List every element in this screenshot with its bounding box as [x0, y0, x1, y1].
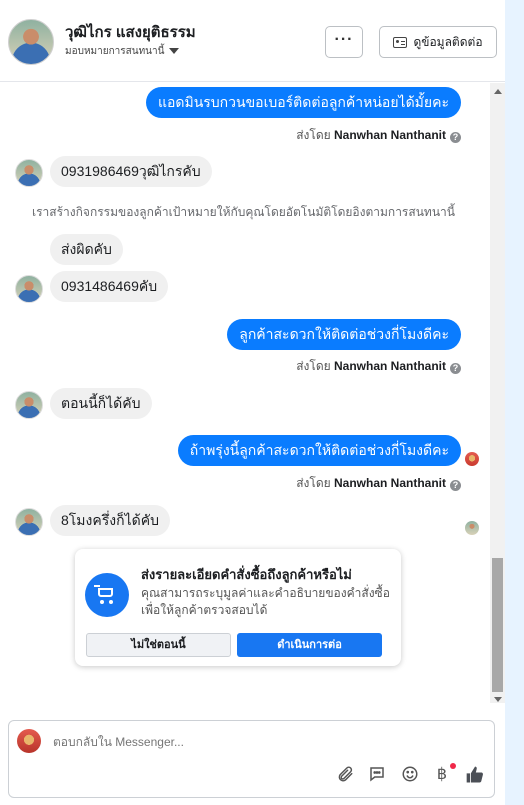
incoming-message[interactable]: 8โมงครึ่งก็ได้คับ — [50, 505, 170, 536]
outgoing-message[interactable]: แอดมินรบกวนขอเบอร์ติดต่อลูกค้าหน่อยได้มั… — [145, 87, 461, 118]
view-contact-info-label: ดูข้อมูลติดต่อ — [413, 34, 483, 49]
incoming-message[interactable]: 0931486469คับ — [50, 271, 169, 302]
outgoing-message[interactable]: ถ้าพรุ่งนี้ลูกค้าสะดวกให้ติดต่อช่วงกี่โม… — [177, 435, 461, 466]
paperclip-icon[interactable] — [335, 765, 355, 785]
sent-by-prefix: ส่งโดย — [296, 476, 331, 490]
sent-by-name: Nanwhan Nanthanit — [333, 359, 446, 373]
contact-avatar[interactable] — [8, 19, 54, 65]
customer-avatar[interactable] — [15, 391, 43, 419]
order-prompt-description: คุณสามารถระบุมูลค่าและคำอธิบายของคำสั่งซ… — [141, 586, 390, 617]
scroll-down-arrow-icon[interactable] — [494, 697, 502, 702]
system-notice: เราสร้างกิจกรรมของลูกค้าเป้าหมายให้กับคุ… — [32, 205, 455, 219]
background-strip — [505, 0, 524, 805]
sent-by-label: ส่งโดย Nanwhan Nanthanit? — [296, 126, 461, 145]
page-avatar — [17, 729, 41, 753]
assign-label: มอบหมายการสนทนานี้ — [65, 46, 165, 57]
not-now-button[interactable]: ไม่ใช่ตอนนี้ — [86, 633, 231, 657]
outgoing-message[interactable]: ลูกค้าสะดวกให้ติดต่อช่วงกี่โมงดีคะ — [227, 319, 461, 350]
reply-composer: ฿ — [8, 720, 495, 798]
id-card-icon — [393, 36, 408, 48]
conversation-panel: วุฒิไกร แสงยุติธรรม มอบหมายการสนทนานี้ ·… — [0, 0, 505, 805]
conversation-header: วุฒิไกร แสงยุติธรรม มอบหมายการสนทนานี้ ·… — [0, 0, 505, 82]
incoming-message[interactable]: ตอนนี้ก็ได้คับ — [50, 388, 152, 419]
read-receipt-avatar — [465, 521, 479, 535]
reply-input[interactable] — [53, 735, 453, 749]
proceed-button[interactable]: ดำเนินการต่อ — [237, 633, 382, 657]
help-icon[interactable]: ? — [450, 480, 461, 491]
contact-name[interactable]: วุฒิไกร แสงยุติธรรม — [65, 20, 196, 44]
help-icon[interactable]: ? — [450, 363, 461, 374]
order-prompt-title: ส่งรายละเอียดคำสั่งซื้อถึงลูกค้าหรือไม่ — [141, 567, 352, 582]
chat-bubble-icon[interactable] — [367, 765, 387, 785]
customer-avatar[interactable] — [15, 159, 43, 187]
scrollbar-thumb[interactable] — [492, 558, 503, 692]
help-icon[interactable]: ? — [450, 132, 461, 143]
customer-avatar[interactable] — [15, 508, 43, 536]
thumbs-up-icon[interactable] — [465, 765, 485, 785]
caret-down-icon — [169, 48, 180, 55]
more-options-button[interactable]: ··· — [325, 26, 363, 58]
smiley-icon[interactable] — [400, 765, 420, 785]
sent-by-prefix: ส่งโดย — [296, 128, 331, 142]
assign-conversation-dropdown[interactable]: มอบหมายการสนทนานี้ — [65, 44, 180, 59]
sent-by-name: Nanwhan Nanthanit — [333, 128, 446, 142]
incoming-message[interactable]: ส่งผิดคับ — [50, 234, 123, 265]
customer-avatar[interactable] — [15, 275, 43, 303]
baht-icon[interactable]: ฿ — [432, 765, 452, 785]
seen-avatar — [465, 452, 479, 466]
incoming-message[interactable]: 0931986469วุฒิไกรคับ — [50, 156, 212, 187]
sent-by-name: Nanwhan Nanthanit — [333, 476, 446, 490]
shopping-cart-icon — [85, 573, 129, 617]
sent-by-label: ส่งโดย Nanwhan Nanthanit? — [296, 474, 461, 493]
sent-by-prefix: ส่งโดย — [296, 359, 331, 373]
notification-dot — [450, 763, 456, 769]
view-contact-info-button[interactable]: ดูข้อมูลติดต่อ — [379, 26, 497, 58]
order-details-prompt: ส่งรายละเอียดคำสั่งซื้อถึงลูกค้าหรือไม่ … — [75, 549, 401, 666]
sent-by-label: ส่งโดย Nanwhan Nanthanit? — [296, 357, 461, 376]
scroll-up-arrow-icon[interactable] — [494, 89, 502, 94]
